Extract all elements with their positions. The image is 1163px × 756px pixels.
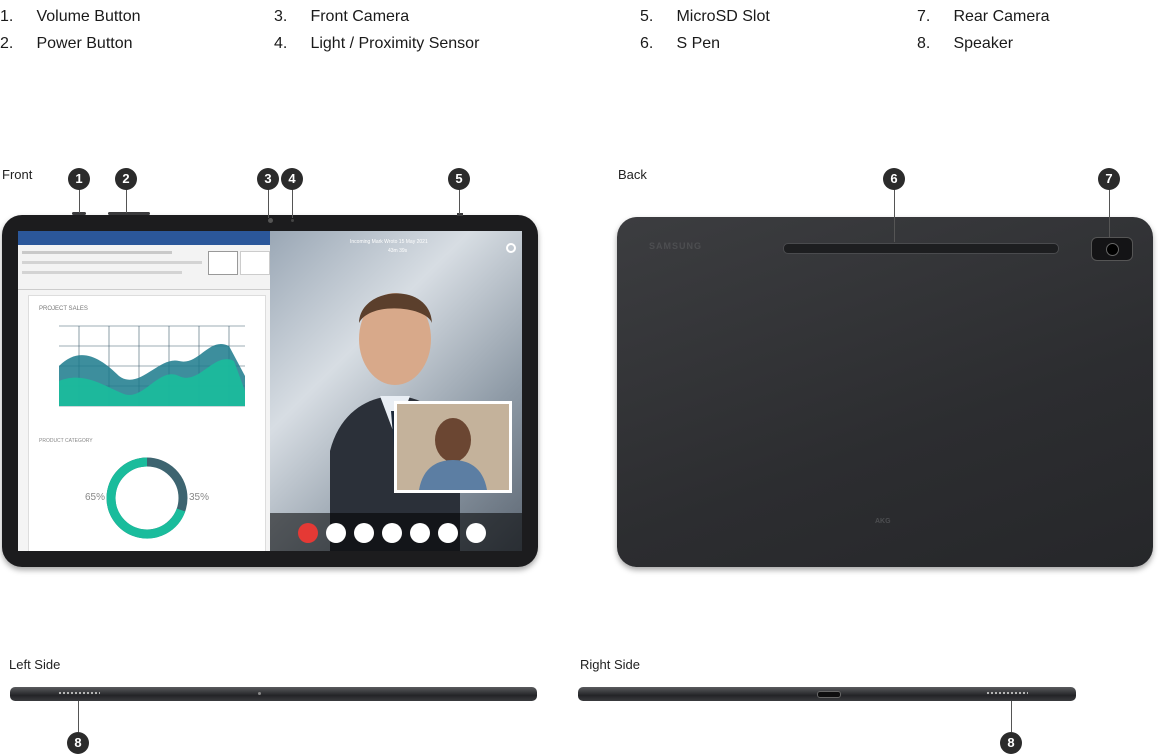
chat-button[interactable]: [382, 523, 402, 543]
document-app: PROJECT SALES PRODUCT CATEGORY 65% 35%: [18, 231, 270, 551]
legend-number: 6.: [640, 35, 654, 52]
right-side-view-label: Right Side: [580, 657, 640, 672]
word-title-bar: [18, 231, 270, 245]
donut-title: PRODUCT CATEGORY: [39, 438, 93, 444]
legend-item-1: 1. Volume Button: [0, 7, 141, 27]
akg-logo: AKG: [875, 518, 891, 525]
video-call-app: Incoming Mark Wroto 15 May 2021 43m 39s: [270, 231, 522, 551]
left-side-view-label: Left Side: [9, 657, 61, 672]
leader-line: [1109, 188, 1110, 238]
share-button[interactable]: [410, 523, 430, 543]
participants-button[interactable]: [354, 523, 374, 543]
tablet-front: PROJECT SALES PRODUCT CATEGORY 65% 35% I…: [2, 212, 538, 567]
callout-badge-2: 2: [115, 168, 137, 190]
tablet-screen: PROJECT SALES PRODUCT CATEGORY 65% 35% I…: [18, 231, 522, 551]
legend-label: Light / Proximity Sensor: [310, 35, 480, 52]
donut-left-value: 65%: [85, 492, 106, 503]
right-speaker-grille: [986, 691, 1028, 695]
leader-line: [126, 188, 127, 213]
leader-line: [78, 701, 79, 732]
legend-number: 1.: [0, 8, 14, 25]
light-sensor: [291, 219, 294, 222]
legend-label: Speaker: [953, 35, 1014, 52]
word-ribbon: [18, 245, 270, 290]
legend-item-8: 8. Speaker: [917, 34, 1013, 54]
callout-badge-6: 6: [883, 168, 905, 190]
leader-line: [79, 188, 80, 213]
callout-badge-7: 7: [1098, 168, 1120, 190]
record-button[interactable]: [466, 523, 486, 543]
brand-logo: SAMSUNG: [649, 241, 703, 251]
callout-badge-3: 3: [257, 168, 279, 190]
leader-line: [459, 188, 460, 214]
call-duration: 43m 39s: [388, 248, 408, 254]
legend-item-4: 4. Light / Proximity Sensor: [274, 34, 479, 54]
power-button: [108, 212, 150, 215]
callout-badge-1: 1: [68, 168, 90, 190]
legend-item-6: 6. S Pen: [640, 34, 720, 54]
s-pen: [783, 243, 1059, 254]
front-camera: [268, 218, 273, 223]
legend-item-7: 7. Rear Camera: [917, 7, 1049, 27]
end-call-button[interactable]: [298, 523, 318, 543]
legend-number: 8.: [917, 35, 931, 52]
rear-camera: [1091, 237, 1133, 261]
chart-title: PROJECT SALES: [39, 306, 88, 312]
screen-button[interactable]: [438, 523, 458, 543]
legend-label: S Pen: [676, 35, 721, 52]
usb-c-port: [817, 691, 841, 698]
leader-line: [894, 188, 895, 242]
legend-number: 4.: [274, 35, 288, 52]
callout-badge-4: 4: [281, 168, 303, 190]
leader-line: [292, 188, 293, 218]
callout-badge-8-right: 8: [1000, 732, 1022, 754]
tablet-back: SAMSUNG AKG: [617, 217, 1153, 567]
legend-item-5: 5. MicroSD Slot: [640, 7, 770, 27]
legend-number: 7.: [917, 8, 931, 25]
area-chart: [59, 325, 245, 407]
self-view-image: [394, 401, 512, 493]
legend-label: Volume Button: [36, 8, 141, 25]
front-view-label: Front: [2, 167, 33, 182]
rear-camera-lens: [1106, 243, 1119, 256]
donut-right-value: 35%: [189, 492, 210, 503]
legend-item-2: 2. Power Button: [0, 34, 133, 54]
settings-icon[interactable]: [506, 243, 516, 253]
legend-label: Power Button: [36, 35, 133, 52]
legend-number: 5.: [640, 8, 654, 25]
microsd-slot: [457, 213, 463, 216]
legend-label: MicroSD Slot: [676, 8, 770, 25]
legend-number: 3.: [274, 8, 288, 25]
left-speaker-grille: [58, 691, 100, 695]
donut-chart: [106, 457, 188, 539]
back-view-label: Back: [618, 167, 647, 182]
leader-line: [268, 188, 269, 218]
callout-badge-8-left: 8: [67, 732, 89, 754]
legend-item-3: 3. Front Camera: [274, 7, 409, 27]
microphone-button[interactable]: [326, 523, 346, 543]
legend-label: Front Camera: [310, 8, 410, 25]
leader-line: [1011, 701, 1012, 732]
callout-badge-5: 5: [448, 168, 470, 190]
tablet-left-side: [10, 687, 537, 701]
legend-number: 2.: [0, 35, 14, 52]
call-notice: Incoming Mark Wroto 15 May 2021: [350, 239, 428, 245]
tablet-right-side: [578, 687, 1076, 701]
legend-label: Rear Camera: [953, 8, 1050, 25]
document-page: PROJECT SALES PRODUCT CATEGORY 65% 35%: [28, 295, 266, 551]
